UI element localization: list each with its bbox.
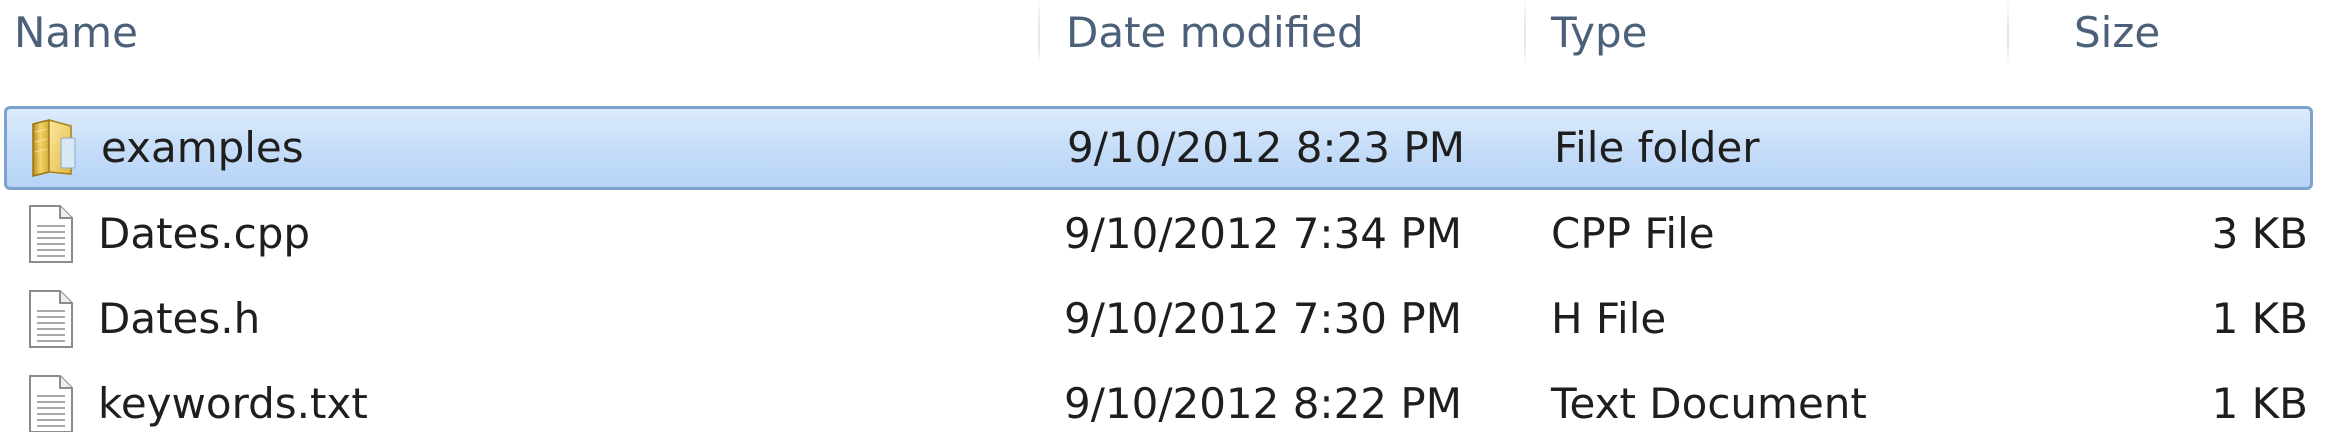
file-row-dates-h[interactable]: Dates.h 9/10/2012 7:30 PM H File 1 KB [4,277,2313,361]
file-size: 1 KB [2211,294,2308,343]
file-name: Dates.h [98,294,261,343]
column-header-name-label: Name [14,8,138,57]
column-header-type-label: Type [1551,8,1648,57]
file-date-modified: 9/10/2012 7:34 PM [1064,209,1462,258]
document-icon [24,204,78,264]
file-type: Text Document [1551,379,1867,428]
column-header-size[interactable]: Size [2074,0,2333,66]
file-type: CPP File [1551,209,1715,258]
document-icon [24,374,78,432]
file-type: File folder [1554,123,1760,172]
file-type: H File [1551,294,1667,343]
file-name: keywords.txt [98,379,368,428]
file-row-examples[interactable]: examples 9/10/2012 8:23 PM File folder [4,106,2313,190]
file-name: Dates.cpp [98,209,311,258]
file-size: 1 KB [2211,379,2308,428]
column-header-size-label: Size [2074,8,2161,57]
file-size [2027,106,2311,190]
column-header-bar: Name Date modified Type Size [0,0,2333,90]
document-icon [24,289,78,349]
column-divider[interactable] [1038,0,1040,66]
column-divider[interactable] [1524,0,1526,66]
file-name: examples [101,123,304,172]
column-header-type[interactable]: Type [1551,0,2006,66]
file-explorer-details-view: Name Date modified Type Size examples 9/… [0,0,2333,432]
file-date-modified: 9/10/2012 8:23 PM [1067,123,1465,172]
column-header-name[interactable]: Name [14,0,1036,66]
folder-icon [27,118,81,178]
column-header-date-modified-label: Date modified [1066,8,1364,57]
column-divider[interactable] [2007,0,2009,66]
column-header-date-modified[interactable]: Date modified [1066,0,1522,66]
file-size: 3 KB [2211,209,2308,258]
file-row-keywords-txt[interactable]: keywords.txt 9/10/2012 8:22 PM Text Docu… [4,362,2313,432]
file-date-modified: 9/10/2012 7:30 PM [1064,294,1462,343]
file-row-dates-cpp[interactable]: Dates.cpp 9/10/2012 7:34 PM CPP File 3 K… [4,192,2313,276]
file-date-modified: 9/10/2012 8:22 PM [1064,379,1462,428]
